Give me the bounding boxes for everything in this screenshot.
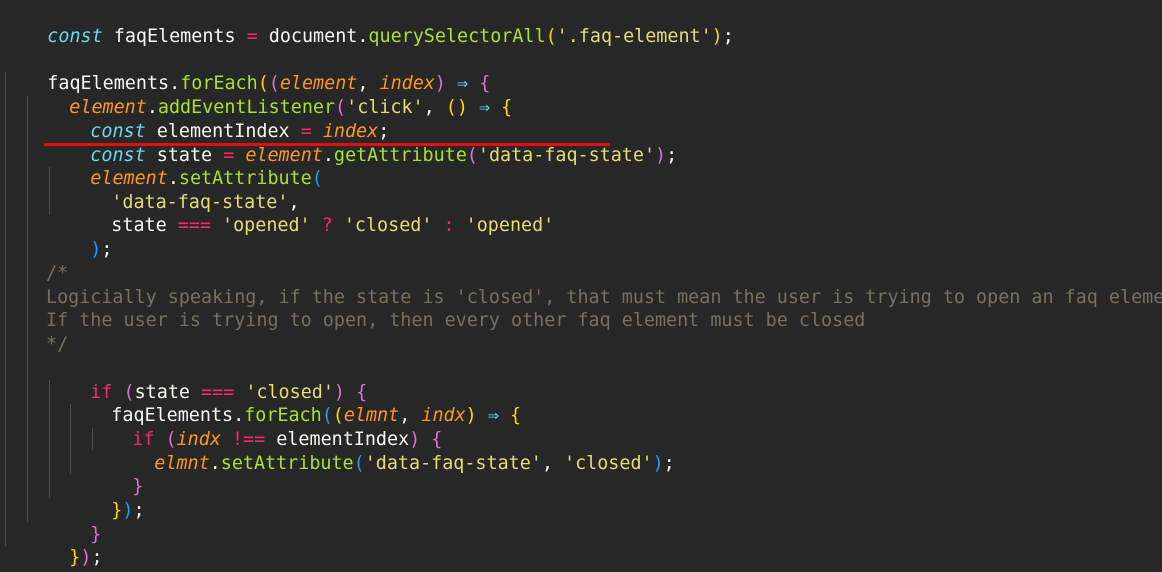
token-identifier: faqElements	[102, 25, 247, 47]
code-line-22: }	[0, 499, 101, 545]
token-function: setAttribute	[220, 452, 354, 474]
token-brace: {	[509, 404, 522, 426]
token-brace: {	[501, 96, 513, 118]
code-line-21: });	[0, 475, 144, 521]
token-string: 'opened'	[210, 214, 311, 236]
code-line-1: const faqElements = document.querySelect…	[0, 1, 734, 47]
token-punctuation: .	[322, 144, 334, 166]
code-line-10: );	[0, 214, 112, 260]
token-punctuation: ;	[663, 452, 675, 474]
token-string: 'closed'	[564, 452, 653, 474]
code-line-4: element.addEventListener('click', () ⇒ {	[0, 72, 512, 118]
token-paren: )	[652, 452, 664, 474]
token-paren: )	[90, 238, 102, 260]
token-paren: (	[466, 144, 478, 166]
code-line-18: if (indx !== elementIndex) {	[0, 404, 442, 450]
token-arrow: ⇒	[467, 96, 502, 118]
token-identifier: document.	[257, 25, 369, 47]
token-keyword: const	[47, 25, 103, 47]
token-punctuation: ;	[91, 546, 103, 568]
token-identifier: state	[111, 214, 178, 236]
token-paren: )	[122, 499, 134, 521]
code-line-12-comment: /*	[46, 263, 69, 284]
token-operator: ===	[177, 214, 211, 236]
code-line-15-comment: */	[46, 334, 69, 355]
token-paren: ()	[445, 96, 468, 118]
token-punctuation: ;	[133, 499, 145, 521]
token-function: querySelectorAll	[368, 25, 546, 47]
token-arrow: ⇒	[476, 404, 510, 426]
token-paren: )	[80, 546, 92, 568]
token-string: '.faq-element'	[556, 25, 712, 47]
token-paren: (	[311, 167, 323, 189]
code-line-17: faqElements.forEach((elmnt, indx) ⇒ {	[0, 380, 521, 426]
code-line-19: elmnt.setAttribute('data-faq-state', 'cl…	[0, 428, 674, 474]
code-line-6: const state = element.getAttribute('data…	[0, 120, 677, 166]
token-punctuation: ;	[666, 144, 678, 166]
token-paren: )	[711, 25, 723, 47]
token-punctuation: ,	[423, 96, 446, 118]
token-paren: )	[655, 144, 667, 166]
code-line-3: faqElements.forEach((element, index) ⇒ {	[0, 48, 490, 94]
token-operator: :	[432, 214, 455, 236]
code-editor[interactable]: const faqElements = document.querySelect…	[0, 0, 1162, 572]
token-operator: =	[246, 25, 258, 47]
token-string: 'data-faq-state'	[477, 144, 656, 166]
code-line-16: if (state === 'closed') {	[0, 357, 367, 403]
token-punctuation: ;	[722, 25, 734, 47]
token-paren: (	[545, 25, 557, 47]
token-function: getAttribute	[333, 144, 467, 166]
code-line-5: const elementIndex = index;	[0, 96, 389, 142]
code-line-8: 'data-faq-state',	[0, 167, 299, 213]
token-string: 'opened'	[454, 214, 555, 236]
token-paren: )	[465, 404, 477, 426]
token-paren: (	[353, 452, 365, 474]
code-line-7: element.setAttribute(	[0, 143, 323, 189]
token-punctuation: ,	[541, 452, 565, 474]
token-operator: ?	[310, 214, 333, 236]
code-line-9: state === 'opened' ? 'closed' : 'opened'	[0, 190, 554, 236]
code-line-13-comment: Logicially speaking, if the state is 'cl…	[46, 287, 1162, 308]
code-line-23: });	[0, 522, 102, 568]
code-line-24: });	[0, 546, 80, 572]
token-punctuation: ;	[101, 238, 113, 260]
token-string: 'data-faq-state'	[364, 452, 542, 474]
token-punctuation: .	[209, 452, 221, 474]
token-object: elmnt	[154, 452, 210, 474]
token-brace: }	[111, 499, 123, 521]
code-line-14-comment: If the user is trying to open, then ever…	[46, 310, 866, 331]
token-string: 'closed'	[332, 214, 433, 236]
code-line-20: }	[0, 451, 143, 497]
